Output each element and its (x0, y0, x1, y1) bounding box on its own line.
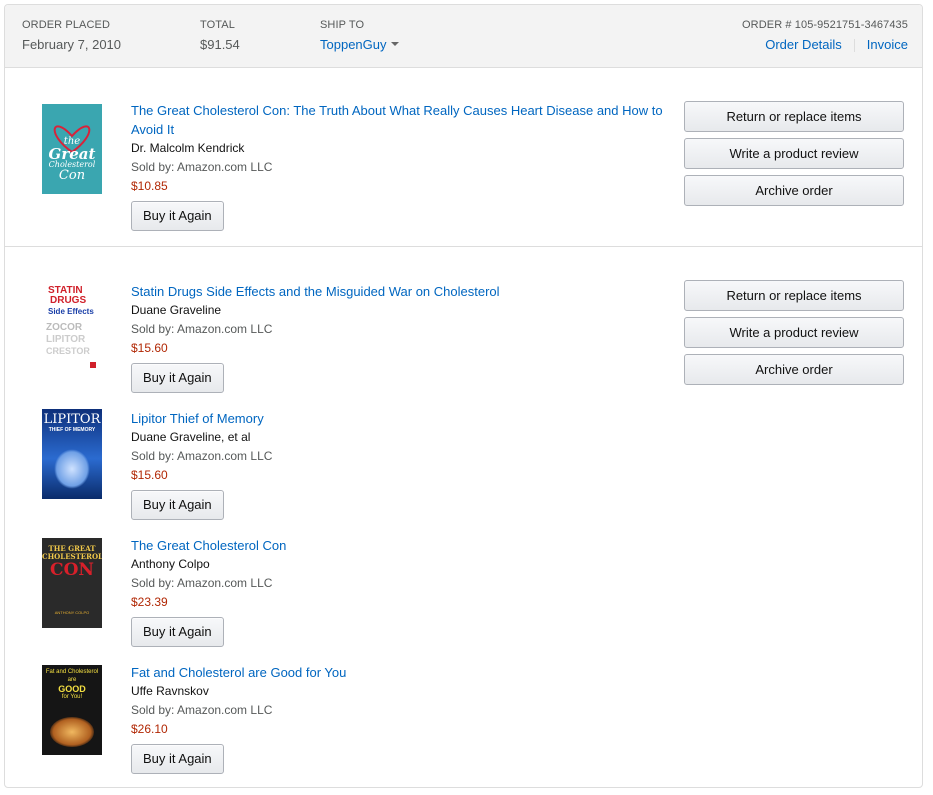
face-illustration (54, 449, 90, 489)
cover-text: DRUGS (50, 295, 87, 306)
item-title-link[interactable]: Fat and Cholesterol are Good for You (131, 663, 671, 682)
cover-decoration (90, 362, 96, 368)
cover-text: Side Effects (48, 307, 94, 316)
book-cover-image[interactable]: the Great Cholesterol Con (42, 104, 102, 194)
total-value: $91.54 (200, 37, 240, 52)
return-replace-button[interactable]: Return or replace items (684, 280, 904, 311)
invoice-link[interactable]: Invoice (867, 37, 908, 52)
book-cover-image[interactable]: THE GREAT CHOLESTEROL CON ANTHONY COLPO (42, 538, 102, 628)
cover-text: THIEF OF MEMORY (48, 427, 96, 433)
list-item: THE GREAT CHOLESTEROL CON ANTHONY COLPO … (5, 536, 675, 656)
item-seller: Sold by: Amazon.com LLC (131, 703, 273, 717)
total-label: TOTAL (200, 19, 235, 31)
shipment-2: STATIN DRUGS Side Effects ZOCOR LIPITOR … (5, 248, 922, 787)
item-price: $15.60 (131, 341, 168, 355)
order-header: ORDER PLACED February 7, 2010 TOTAL $91.… (5, 5, 922, 68)
order-number-group: ORDER # 105-9521751-3467435 Order Detail… (742, 19, 908, 53)
order-placed-value: February 7, 2010 (22, 37, 122, 52)
item-author: Anthony Colpo (131, 557, 210, 571)
book-cover-image[interactable]: LIPITOR THIEF OF MEMORY (42, 409, 102, 499)
ship-to-name[interactable]: ToppenGuy (320, 37, 387, 52)
buy-again-button[interactable]: Buy it Again (131, 363, 224, 393)
order-placed-label: ORDER PLACED (22, 19, 110, 31)
item-author: Uffe Ravnskov (131, 684, 209, 698)
list-item: LIPITOR THIEF OF MEMORY Lipitor Thief of… (5, 409, 675, 529)
ship-to-label: SHIP TO (320, 19, 365, 31)
total-group: TOTAL $91.54 (200, 19, 240, 52)
list-item: Fat and Cholesterol are GOOD for You! Fa… (5, 663, 675, 783)
book-cover-image[interactable]: Fat and Cholesterol are GOOD for You! (42, 665, 102, 755)
item-seller: Sold by: Amazon.com LLC (131, 322, 273, 336)
cover-text: are (67, 677, 77, 683)
list-item: the Great Cholesterol Con The Great Chol… (5, 101, 675, 231)
list-item: STATIN DRUGS Side Effects ZOCOR LIPITOR … (5, 282, 675, 402)
item-title-link[interactable]: Lipitor Thief of Memory (131, 409, 671, 428)
item-info: Fat and Cholesterol are Good for You Uff… (131, 663, 671, 774)
cover-text: Con (58, 168, 86, 183)
shipment-actions: Return or replace items Write a product … (684, 101, 904, 212)
item-author: Dr. Malcolm Kendrick (131, 141, 245, 155)
item-price: $15.60 (131, 468, 168, 482)
buy-again-button[interactable]: Buy it Again (131, 617, 224, 647)
book-cover-image[interactable]: STATIN DRUGS Side Effects ZOCOR LIPITOR … (42, 284, 102, 374)
food-illustration (50, 717, 94, 747)
order-details-link[interactable]: Order Details (765, 37, 842, 52)
archive-order-button[interactable]: Archive order (684, 175, 904, 206)
order-number: ORDER # 105-9521751-3467435 (742, 19, 908, 31)
ship-to-group: SHIP TO ToppenGuy (320, 19, 399, 52)
ship-to-dropdown[interactable]: ToppenGuy (320, 37, 399, 52)
item-author: Duane Graveline (131, 303, 222, 317)
buy-again-button[interactable]: Buy it Again (131, 744, 224, 774)
item-info: The Great Cholesterol Con Anthony Colpo … (131, 536, 671, 647)
item-price: $10.85 (131, 179, 168, 193)
item-author: Duane Graveline, et al (131, 430, 251, 444)
cover-text: Fat and Cholesterol (45, 669, 99, 675)
cover-text: ZOCOR (46, 322, 83, 333)
cover-text: LIPITOR (46, 334, 86, 345)
item-price: $23.39 (131, 595, 168, 609)
item-info: Statin Drugs Side Effects and the Misgui… (131, 282, 671, 393)
caret-down-icon[interactable] (390, 41, 399, 46)
write-review-button[interactable]: Write a product review (684, 138, 904, 169)
order-placed-group: ORDER PLACED February 7, 2010 (22, 19, 121, 52)
shipment-actions: Return or replace items Write a product … (684, 280, 904, 391)
archive-order-button[interactable]: Archive order (684, 354, 904, 385)
buy-again-button[interactable]: Buy it Again (131, 201, 224, 231)
item-info: The Great Cholesterol Con: The Truth Abo… (131, 101, 671, 231)
item-title-link[interactable]: The Great Cholesterol Con: The Truth Abo… (131, 101, 671, 139)
item-title-link[interactable]: Statin Drugs Side Effects and the Misgui… (131, 282, 671, 301)
link-divider (853, 39, 855, 53)
order-card: ORDER PLACED February 7, 2010 TOTAL $91.… (4, 4, 923, 788)
cover-text: LIPITOR (43, 412, 101, 427)
write-review-button[interactable]: Write a product review (684, 317, 904, 348)
return-replace-button[interactable]: Return or replace items (684, 101, 904, 132)
item-info: Lipitor Thief of Memory Duane Graveline,… (131, 409, 671, 520)
cover-text: GOOD (58, 684, 86, 694)
cover-text: ANTHONY COLPO (54, 610, 90, 615)
cover-text: for You! (61, 694, 83, 700)
item-price: $26.10 (131, 722, 168, 736)
cover-text: CRESTOR (46, 346, 90, 356)
item-seller: Sold by: Amazon.com LLC (131, 449, 273, 463)
item-seller: Sold by: Amazon.com LLC (131, 576, 273, 590)
shipment-1: the Great Cholesterol Con The Great Chol… (5, 69, 922, 247)
item-seller: Sold by: Amazon.com LLC (131, 160, 273, 174)
buy-again-button[interactable]: Buy it Again (131, 490, 224, 520)
item-title-link[interactable]: The Great Cholesterol Con (131, 536, 671, 555)
cover-text: CON (50, 560, 94, 580)
